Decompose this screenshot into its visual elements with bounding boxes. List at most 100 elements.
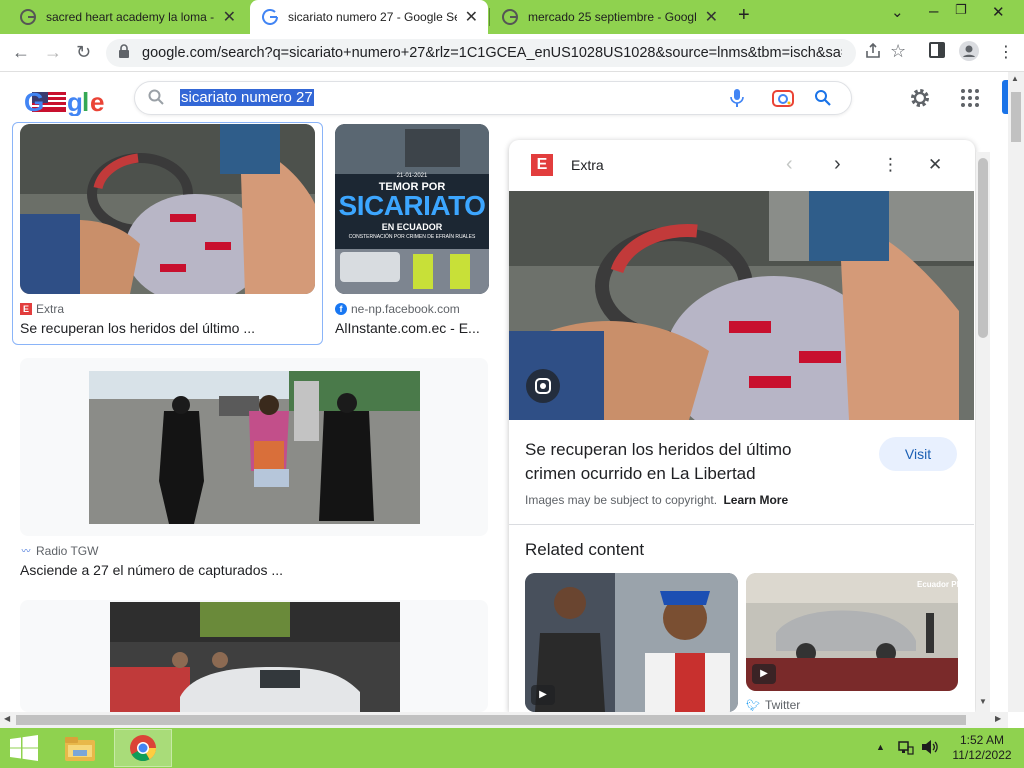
search-icon bbox=[148, 89, 164, 105]
video-play-icon[interactable]: ▶ bbox=[531, 685, 555, 705]
search-input[interactable]: sicariato numero 27 bbox=[180, 89, 314, 106]
google-favicon-icon bbox=[502, 9, 518, 25]
vertical-scrollbar[interactable] bbox=[1008, 72, 1024, 712]
facebook-icon: f bbox=[335, 303, 347, 315]
google-lens-button[interactable] bbox=[526, 369, 560, 403]
tab-title: sicariato numero 27 - Google Sea bbox=[288, 10, 457, 24]
clock-time: 1:52 AM bbox=[959, 733, 1005, 747]
show-hidden-icons-icon[interactable]: ▲ bbox=[876, 742, 885, 752]
news-overlay-line2: SICARIATO bbox=[338, 190, 486, 221]
scroll-right-icon[interactable]: ▶ bbox=[995, 714, 1001, 723]
url-text[interactable]: google.com/search?q=sicariato+numero+27&… bbox=[142, 45, 842, 61]
voice-search-icon[interactable] bbox=[730, 88, 744, 108]
more-options-icon[interactable]: ⋮ bbox=[882, 155, 899, 175]
google-favicon-icon bbox=[262, 9, 278, 25]
news-overlay-line4: CONSTERNACIÓN POR CRIMEN DE EFRAÍN RUALE… bbox=[348, 234, 476, 240]
extra-logo-icon: E bbox=[531, 154, 553, 176]
related-source: 🐦︎ Twitter bbox=[746, 698, 800, 712]
video-play-icon[interactable]: ▶ bbox=[752, 664, 776, 684]
scroll-up-icon[interactable]: ▲ bbox=[1011, 74, 1019, 83]
minimize-button[interactable]: – bbox=[929, 1, 938, 21]
taskbar-clock[interactable]: 1:52 AM 11/12/2022 bbox=[950, 733, 1014, 763]
tab-sacred-heart[interactable]: sacred heart academy la loma - Go ✕ bbox=[8, 0, 246, 34]
result-image-street-car[interactable] bbox=[110, 602, 400, 712]
ecuador-play-watermark: Ecuador Play bbox=[917, 580, 968, 589]
svg-text:G: G bbox=[24, 87, 44, 116]
close-tab-icon[interactable]: ✕ bbox=[465, 7, 478, 27]
close-tab-icon[interactable]: ✕ bbox=[705, 7, 718, 27]
related-image-1[interactable] bbox=[525, 573, 738, 712]
lens-icon[interactable] bbox=[772, 88, 794, 108]
restore-button[interactable]: ❐ bbox=[955, 2, 967, 18]
file-explorer-icon[interactable] bbox=[64, 735, 96, 763]
tab-title: sacred heart academy la loma - Go bbox=[46, 10, 215, 24]
horizontal-scrollbar-thumb[interactable] bbox=[16, 715, 966, 725]
tab-sicariato[interactable]: sicariato numero 27 - Google Sea ✕ bbox=[250, 0, 488, 34]
result-source: 〰 Radio TGW bbox=[20, 544, 98, 558]
close-tab-icon[interactable]: ✕ bbox=[223, 7, 236, 27]
clock-date: 11/12/2022 bbox=[952, 748, 1012, 762]
new-tab-button[interactable]: + bbox=[738, 4, 750, 27]
chrome-icon bbox=[130, 735, 157, 762]
related-content-heading: Related content bbox=[525, 540, 645, 559]
forward-button[interactable]: → bbox=[44, 42, 62, 63]
close-window-button[interactable]: ✕ bbox=[992, 3, 1005, 21]
result-image-car-interior[interactable] bbox=[20, 124, 315, 294]
reload-button[interactable]: ↻ bbox=[76, 42, 91, 63]
google-favicon-icon bbox=[20, 9, 36, 25]
radio-tgw-icon: 〰 bbox=[21, 546, 31, 556]
svg-text:e: e bbox=[90, 87, 104, 116]
lens-icon bbox=[535, 378, 551, 394]
related-source-name: Twitter bbox=[764, 698, 801, 712]
windows-start-icon[interactable] bbox=[10, 735, 38, 761]
news-overlay-line3: EN ECUADOR bbox=[381, 222, 443, 232]
volume-icon[interactable] bbox=[921, 739, 939, 755]
result-source-name: Radio TGW bbox=[36, 544, 99, 558]
related-image-2[interactable] bbox=[746, 573, 958, 691]
panel-title[interactable]: Se recuperan los heridos del último crim… bbox=[525, 438, 791, 486]
svg-text:g: g bbox=[67, 87, 82, 116]
settings-gear-icon[interactable] bbox=[908, 86, 932, 110]
extra-logo-icon: E bbox=[20, 303, 32, 315]
copyright-text: Images may be subject to copyright. bbox=[525, 493, 718, 507]
previous-image-icon[interactable]: ‹ bbox=[786, 153, 793, 176]
result-title[interactable]: Asciende a 27 el número de capturados ..… bbox=[20, 562, 283, 578]
panel-divider bbox=[509, 524, 974, 525]
google-logo[interactable]: G g l e bbox=[24, 86, 116, 123]
side-panel-icon[interactable] bbox=[929, 42, 945, 58]
tab-mercado[interactable]: mercado 25 septiembre - Google ✕ bbox=[490, 0, 728, 34]
scroll-left-icon[interactable]: ◀ bbox=[4, 714, 10, 723]
tab-title: mercado 25 septiembre - Google bbox=[528, 10, 697, 24]
network-icon[interactable] bbox=[898, 739, 914, 755]
svg-text:l: l bbox=[82, 87, 89, 116]
news-overlay-date: 21-01-2021 bbox=[396, 173, 428, 179]
learn-more-link[interactable]: Learn More bbox=[723, 493, 788, 507]
panel-scrollbar-thumb[interactable] bbox=[978, 158, 988, 338]
next-image-icon[interactable]: › bbox=[834, 153, 841, 176]
result-source: f ne-np.facebook.com bbox=[335, 302, 460, 316]
panel-title-line1: Se recuperan los heridos del último bbox=[525, 440, 792, 459]
profile-avatar-icon[interactable] bbox=[959, 41, 979, 61]
bookmark-star-icon[interactable]: ☆ bbox=[890, 41, 906, 62]
chrome-menu-icon[interactable]: ⋮ bbox=[998, 42, 1014, 62]
twitter-icon: 🐦︎ bbox=[746, 699, 760, 712]
result-title[interactable]: AlInstante.com.ec - E... bbox=[335, 320, 480, 336]
vertical-scrollbar-thumb[interactable] bbox=[1011, 92, 1021, 142]
tab-search-icon[interactable]: ⌄ bbox=[891, 3, 904, 21]
result-source-name: Extra bbox=[36, 302, 65, 316]
back-button[interactable]: ← bbox=[12, 42, 30, 63]
copyright-notice: Images may be subject to copyright. Lear… bbox=[525, 493, 788, 507]
visit-button[interactable]: Visit bbox=[879, 437, 957, 471]
panel-source[interactable]: Extra bbox=[571, 157, 604, 173]
share-icon[interactable] bbox=[864, 42, 882, 60]
panel-title-line2: crimen ocurrido en La Libertad bbox=[525, 464, 756, 483]
google-apps-icon[interactable] bbox=[960, 88, 980, 108]
result-source-name: ne-np.facebook.com bbox=[351, 302, 460, 316]
search-submit-icon[interactable] bbox=[814, 89, 832, 107]
lock-icon[interactable] bbox=[118, 44, 130, 58]
panel-main-image[interactable] bbox=[509, 191, 974, 420]
panel-scroll-down-icon[interactable]: ▼ bbox=[979, 697, 987, 706]
close-panel-icon[interactable]: ✕ bbox=[928, 155, 942, 175]
result-image-police-arrest[interactable] bbox=[89, 371, 420, 524]
result-title[interactable]: Se recuperan los heridos del último ... bbox=[20, 320, 255, 336]
